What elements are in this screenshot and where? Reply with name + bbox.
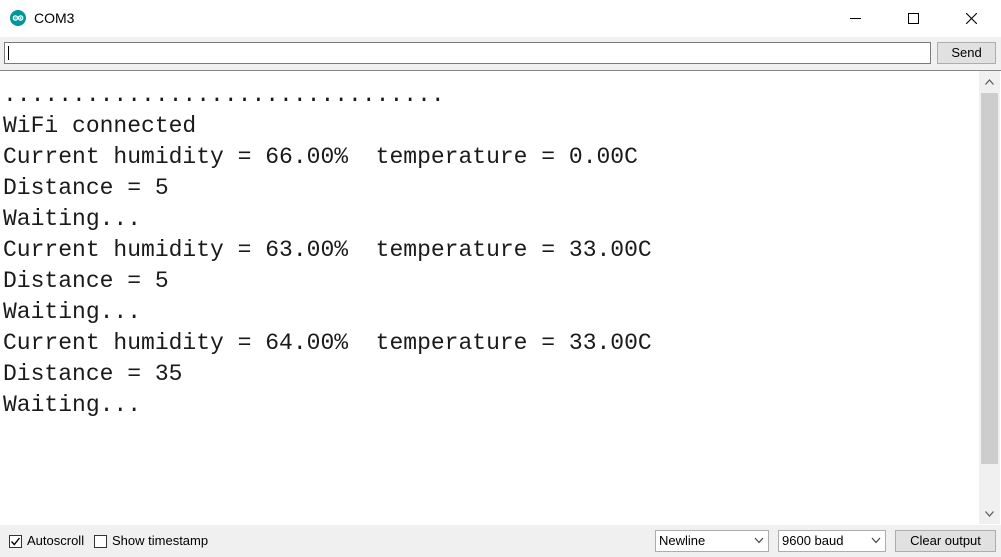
footer-bar: Autoscroll Show timestamp Newline 9600 b… (0, 525, 1001, 557)
minimize-icon (849, 18, 861, 19)
checkbox-box[interactable] (9, 534, 22, 548)
checkmark-icon (10, 537, 21, 546)
input-row: Send (0, 37, 1001, 70)
output-line: Current humidity = 63.00% temperature = … (3, 237, 652, 263)
scroll-down-button[interactable] (979, 503, 1000, 524)
output-line: Distance = 5 (3, 268, 169, 294)
chevron-up-icon (985, 78, 994, 85)
serial-output[interactable]: ................................ WiFi co… (0, 70, 1001, 525)
clear-output-button[interactable]: Clear output (895, 530, 996, 552)
window-title: COM3 (34, 10, 75, 26)
close-button[interactable] (942, 0, 1000, 37)
chevron-down-icon (871, 537, 881, 544)
output-line: Distance = 35 (3, 361, 183, 387)
send-button[interactable]: Send (937, 42, 996, 64)
output-line: ................................ (3, 82, 445, 108)
output-text: ................................ WiFi co… (3, 80, 973, 421)
text-caret (8, 46, 9, 60)
output-line: Distance = 5 (3, 175, 169, 201)
output-line: Waiting... (3, 299, 142, 325)
minimize-button[interactable] (826, 0, 884, 37)
baud-rate-value: 9600 baud (782, 533, 844, 548)
maximize-button[interactable] (884, 0, 942, 37)
output-line: Waiting... (3, 392, 142, 418)
output-line: Waiting... (3, 206, 142, 232)
serial-input[interactable] (4, 42, 931, 64)
chevron-down-icon (754, 537, 764, 544)
autoscroll-label: Autoscroll (27, 533, 85, 548)
timestamp-label: Show timestamp (112, 533, 209, 548)
output-line: WiFi connected (3, 113, 197, 139)
baud-rate-select[interactable]: 9600 baud (778, 530, 886, 552)
autoscroll-checkbox[interactable]: Autoscroll (9, 533, 84, 549)
title-bar: COM3 (0, 0, 1001, 37)
checkbox-box[interactable] (94, 534, 107, 548)
arduino-icon (10, 10, 26, 26)
vertical-scrollbar[interactable] (979, 71, 1000, 524)
chevron-down-icon (985, 510, 994, 517)
output-line: Current humidity = 64.00% temperature = … (3, 330, 652, 356)
line-ending-value: Newline (659, 533, 706, 548)
output-line: Current humidity = 66.00% temperature = … (3, 144, 638, 170)
maximize-icon (907, 13, 919, 24)
scroll-up-button[interactable] (979, 71, 1000, 92)
scroll-thumb[interactable] (981, 93, 998, 464)
close-icon (965, 13, 977, 24)
line-ending-select[interactable]: Newline (655, 530, 769, 552)
timestamp-checkbox[interactable]: Show timestamp (94, 533, 208, 549)
